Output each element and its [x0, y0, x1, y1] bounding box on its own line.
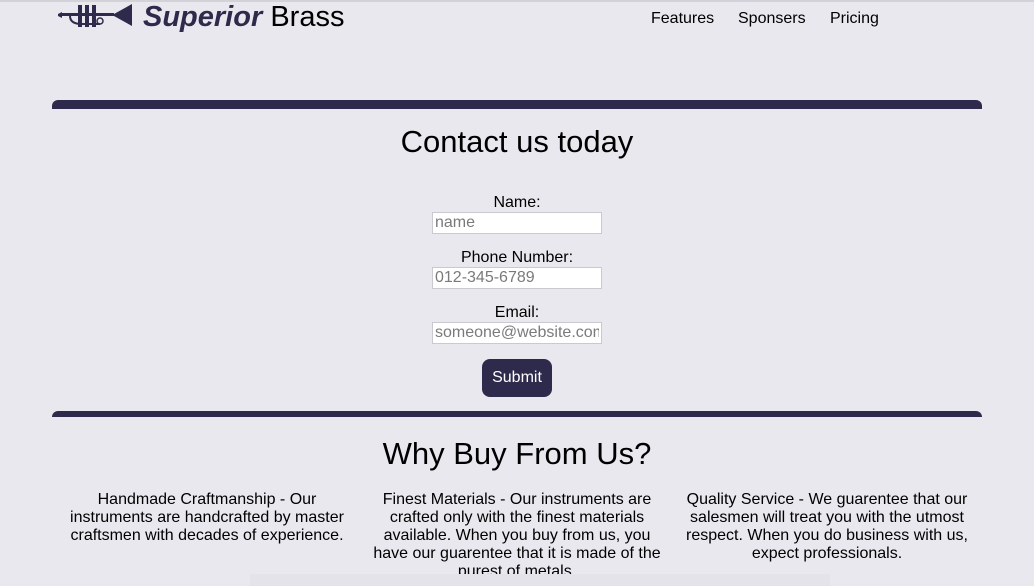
brand-bold: Superior — [143, 1, 263, 33]
feature-craftmanship: Handmade Craftmanship - Our instruments … — [70, 491, 344, 544]
phone-input[interactable] — [432, 267, 602, 289]
trumpet-icon[interactable] — [56, 0, 134, 30]
email-label: Email: — [494, 304, 540, 321]
contact-title: Contact us today — [400, 124, 634, 159]
section-divider — [52, 100, 982, 109]
name-label: Name: — [493, 194, 541, 211]
brand-name: Superior Brass — [143, 0, 344, 34]
name-input[interactable] — [432, 212, 602, 234]
nav-link-features[interactable]: Features — [651, 9, 714, 29]
submit-button[interactable]: Submit — [482, 359, 552, 397]
phone-label: Phone Number: — [460, 249, 574, 266]
why-title: Why Buy From Us? — [382, 436, 652, 471]
email-input[interactable] — [432, 322, 602, 344]
bottom-shade — [250, 574, 830, 586]
brand-rest: Brass — [270, 1, 345, 33]
nav-link-sponsers[interactable]: Sponsers — [738, 9, 806, 29]
nav-link-pricing[interactable]: Pricing — [830, 9, 879, 29]
site-header: Superior Brass Features Sponsers Pricing — [0, 0, 1034, 40]
section-divider — [52, 411, 982, 417]
feature-service: Quality Service - We guarentee that our … — [686, 491, 968, 562]
feature-materials: Finest Materials - Our instruments are c… — [373, 491, 661, 580]
